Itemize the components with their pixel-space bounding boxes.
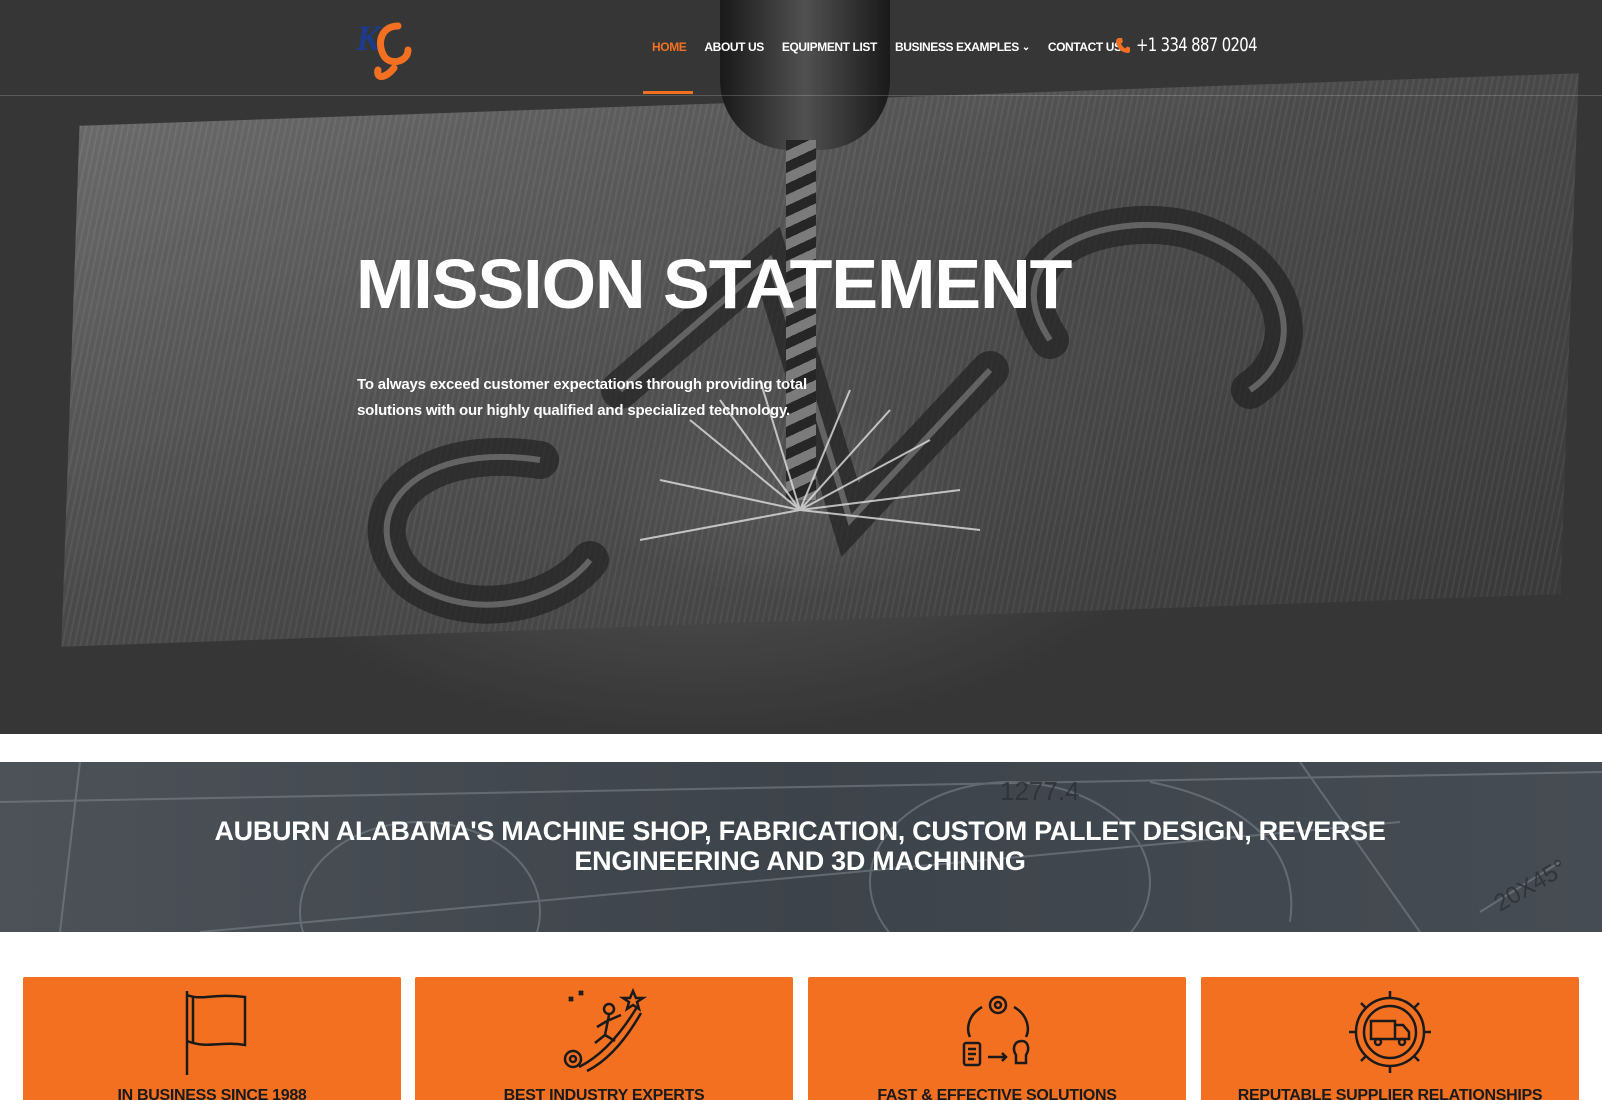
cycle-icon [962, 995, 1030, 1067]
feature-card-suppliers[interactable]: REPUTABLE SUPPLIER RELATIONSHIPS [1201, 977, 1579, 1100]
delivery-gear-icon [1349, 991, 1431, 1073]
drawing-dimension-text: 1277.4 [1000, 776, 1080, 806]
kc-logo-icon[interactable]: K [354, 12, 418, 84]
nav-home[interactable]: HOME [652, 40, 687, 54]
banner-title: AUBURN ALABAMA'S MACHINE SHOP, FABRICATI… [214, 816, 1386, 876]
nav-about-us[interactable]: ABOUT US [704, 40, 764, 54]
chevron-down-icon: ⌄ [1021, 41, 1030, 53]
feature-card-experts[interactable]: BEST INDUSTRY EXPERTS [415, 977, 793, 1100]
feature-cards: IN BUSINESS SINCE 1988 BEST INDUSTRY EXP… [23, 977, 1579, 1100]
feature-label: BEST INDUSTRY EXPERTS [503, 1087, 705, 1100]
phone-number: +1 334 887 0204 [1136, 34, 1258, 56]
nav-equipment-list[interactable]: EQUIPMENT LIST [782, 40, 877, 54]
phone-link[interactable]: +1 334 887 0204 [1116, 34, 1291, 56]
top-navigation: K HOME ABOUT US EQUIPMENT LIST BUSINESS … [0, 0, 1602, 96]
feature-card-in-business[interactable]: IN BUSINESS SINCE 1988 [23, 977, 401, 1100]
feature-label: FAST & EFFECTIVE SOLUTIONS [877, 1087, 1117, 1100]
nav-contact-us-label: CONTACT US [1047, 40, 1122, 54]
climber-icon [563, 987, 648, 1073]
active-nav-indicator [643, 91, 693, 94]
flag-icon [185, 991, 247, 1075]
feature-card-solutions[interactable]: FAST & EFFECTIVE SOLUTIONS [808, 977, 1186, 1100]
services-banner: 1277.4 20X45° AUBURN ALABAMA'S MACHINE S… [0, 762, 1602, 932]
drawing-angle-text: 20X45° [1490, 854, 1572, 917]
nav-business-examples[interactable]: BUSINESS EXAMPLES ⌄ [895, 40, 1030, 54]
phone-icon [1116, 38, 1130, 53]
hero-section [0, 0, 1602, 734]
hero-description: To always exceed customer expectations t… [357, 376, 807, 419]
nav-equipment-list-label: EQUIPMENT LIST [781, 40, 877, 54]
hero-title: MISSION STATEMENT [356, 245, 1072, 323]
nav-contact-us[interactable]: CONTACT US [1048, 40, 1122, 54]
feature-label: IN BUSINESS SINCE 1988 [117, 1087, 307, 1100]
nav-business-examples-label: BUSINESS EXAMPLES [894, 40, 1019, 54]
nav-about-us-label: ABOUT US [704, 40, 764, 54]
feature-label: REPUTABLE SUPPLIER RELATIONSHIPS [1237, 1087, 1543, 1100]
nav-home-label: HOME [652, 40, 687, 54]
main-menu: HOME ABOUT US EQUIPMENT LIST BUSINESS EX… [652, 40, 1140, 54]
